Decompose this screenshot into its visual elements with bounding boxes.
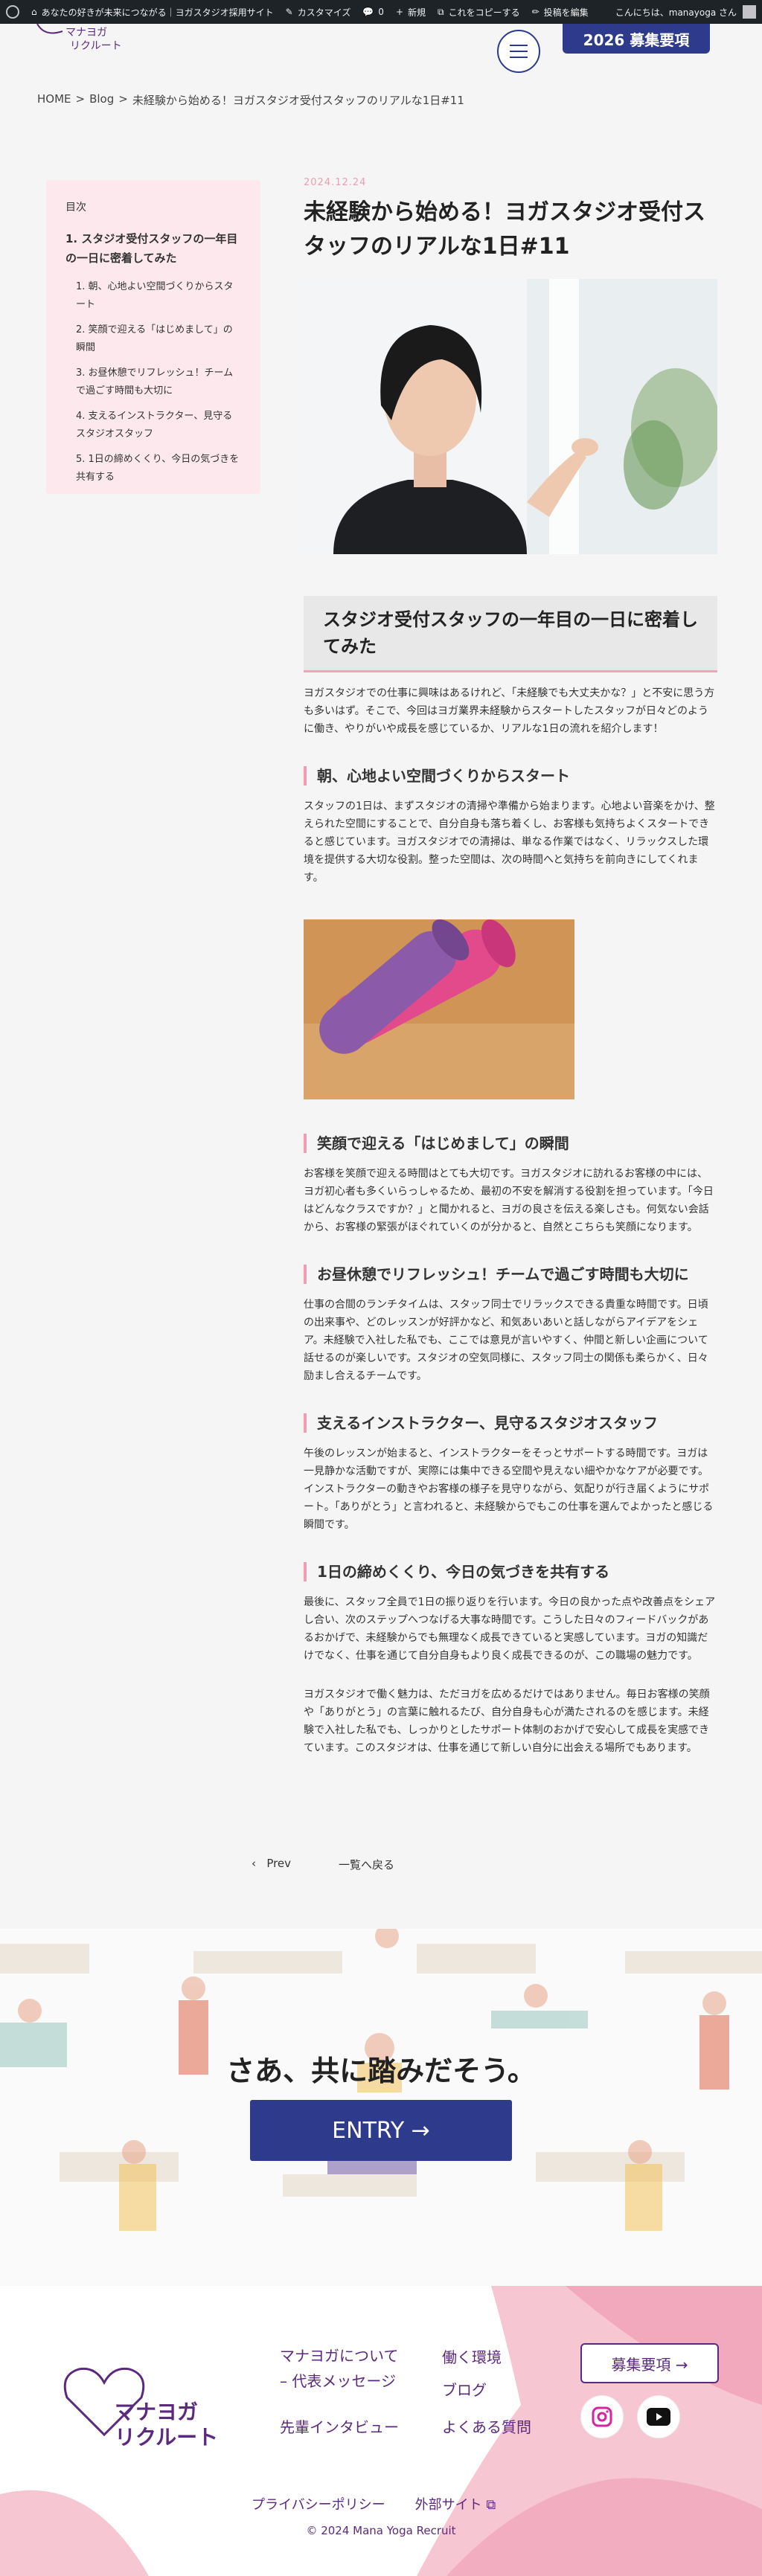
post-date: 2024.12.24 [304, 177, 367, 188]
brush-icon: ✎ [285, 7, 293, 17]
comment-icon: 💬 [362, 7, 374, 17]
yoga-mat-illustration [304, 919, 574, 1099]
footer-logo-line2: リクルート [115, 2425, 219, 2450]
instagram-link[interactable] [580, 2395, 624, 2438]
prev-label: Prev [266, 1857, 292, 1870]
footer-link-environment[interactable]: 働く環境 [442, 2345, 502, 2367]
admin-comments-count: 0 [378, 7, 384, 17]
admin-greeting: こんにちは、manayoga さん [615, 7, 737, 18]
footer-link-blog[interactable]: ブログ [442, 2378, 487, 2400]
external-site-label: 外部サイト [414, 2497, 482, 2513]
home-icon: ⌂ [31, 7, 37, 17]
external-site-link[interactable]: 外部サイト ⧉ [415, 2494, 496, 2514]
toc-title: 目次 [65, 202, 86, 213]
site-footer: マナヨガ リクルート マナヨガについて – 代表メッセージ 先輩インタビュー 働… [0, 2286, 762, 2576]
prev-link[interactable]: ‹ Prev [252, 1857, 291, 1872]
admin-new-link[interactable]: + 新規 [396, 6, 426, 19]
recruit-requirements-button[interactable]: 2026 募集要項 [563, 24, 710, 54]
toc-item[interactable]: 5. 1日の締めくくり、今日の気づきを共有する [76, 451, 241, 486]
privacy-policy-link[interactable]: プライバシーポリシー [252, 2494, 385, 2514]
toc-item[interactable]: 1. 朝、心地よい空間づくりからスタート [76, 278, 241, 314]
entry-button-label: ENTRY → [332, 2117, 430, 2144]
section-heading-main: スタジオ受付スタッフの一年目の一日に密着してみた [304, 596, 717, 672]
section-heading: 1日の締めくくり、今日の気づきを共有する [304, 1562, 717, 1581]
breadcrumb-blog[interactable]: Blog [89, 92, 114, 108]
footer-recruit-button[interactable]: 募集要項 → [580, 2343, 719, 2383]
section-paragraph: 最後に、スタッフ全員で1日の振り返りを行います。今日の良かった点や改善点をシェア… [304, 1596, 716, 1662]
menu-line [510, 51, 528, 52]
pencil-icon: ✏ [531, 7, 540, 17]
breadcrumb-home[interactable]: HOME [37, 92, 71, 108]
table-of-contents: 目次 1. スタジオ受付スタッフの一年目の一日に密着してみた 1. 朝、心地よい… [46, 180, 260, 494]
section-paragraph: 午後のレッスンが始まると、インストラクターをそっとサポートする時間です。ヨガは一… [304, 1448, 714, 1531]
menu-line [510, 57, 528, 58]
admin-customize-link[interactable]: ✎ カスタマイズ [286, 6, 351, 19]
footer-link-message[interactable]: – 代表メッセージ [280, 2369, 396, 2391]
section-heading: 支えるインストラクター、見守るスタジオスタッフ [304, 1413, 717, 1433]
section-heading: 笑顔で迎える「はじめまして」の瞬間 [304, 1134, 717, 1153]
yoga-mat-image [304, 919, 574, 1099]
toc-item[interactable]: 3. お昼休憩でリフレッシュ！チームで過ごす時間も大切に [76, 364, 241, 400]
site-header: マナヨガ リクルート 2026 募集要項 [0, 23, 762, 83]
section-heading: 朝、心地よい空間づくりからスタート [304, 766, 717, 786]
admin-copy-label: これをコピーする [448, 7, 520, 18]
admin-bar: ⌂ あなたの好きが未来につながる｜ヨガスタジオ採用サイト ✎ カスタマイズ 💬 … [0, 0, 762, 24]
plus-icon: + [395, 7, 403, 17]
hero-image [304, 279, 717, 554]
admin-edit-label: 投稿を編集 [543, 7, 589, 18]
cta-section: さあ、共に踏みだそう。 ENTRY → [0, 1929, 762, 2286]
hamburger-menu-button[interactable] [497, 30, 540, 73]
footer-link-about[interactable]: マナヨガについて [280, 2344, 398, 2365]
recruit-button-label: 2026 募集要項 [583, 30, 690, 49]
toc-sub-list: 1. 朝、心地よい空間づくりからスタート 2. 笑顔で迎える「はじめまして」の瞬… [65, 278, 241, 486]
article: 2024.12.24 未経験から始める！ヨガスタジオ受付スタッフのリアルな1日#… [304, 177, 717, 1757]
back-to-list-link[interactable]: 一覧へ戻る [339, 1857, 394, 1872]
admin-copy-link[interactable]: ⧉ これをコピーする [438, 6, 520, 19]
instagram-icon [592, 2406, 612, 2427]
staff-photo-illustration [304, 279, 717, 554]
section-paragraph: スタッフの1日は、まずスタジオの清掃や準備から始まります。心地よい音楽をかけ、整… [304, 800, 715, 884]
admin-comments-link[interactable]: 💬 0 [362, 7, 384, 17]
admin-site-link[interactable]: ⌂ あなたの好きが未来につながる｜ヨガスタジオ採用サイト [31, 6, 274, 19]
external-link-icon: ⧉ [486, 2497, 496, 2513]
section-heading: お昼休憩でリフレッシュ！チームで過ごす時間も大切に [304, 1265, 717, 1284]
breadcrumb-separator: > [75, 92, 86, 106]
breadcrumb-current: 未経験から始める！ヨガスタジオ受付スタッフのリアルな1日#11 [132, 94, 464, 107]
admin-customize-label: カスタマイズ [297, 7, 351, 18]
entry-button[interactable]: ENTRY → [250, 2100, 512, 2161]
admin-site-name: あなたの好きが未来につながる｜ヨガスタジオ採用サイト [41, 7, 274, 18]
footer-link-faq[interactable]: よくある質問 [442, 2415, 531, 2437]
footer-logo[interactable]: マナヨガ リクルート [60, 2353, 223, 2450]
copyright: © 2024 Mana Yoga Recruit [306, 2524, 456, 2537]
admin-edit-link[interactable]: ✏ 投稿を編集 [532, 6, 589, 19]
toc-main-link[interactable]: 1. スタジオ受付スタッフの一年目の一日に密着してみた [65, 229, 241, 268]
footer-policy-links: プライバシーポリシー 外部サイト ⧉ [252, 2494, 496, 2514]
post-pager: ‹ Prev 一覧へ戻る [252, 1857, 394, 1872]
section-paragraph: 仕事の合間のランチタイムは、スタッフ同士でリラックスできる貴重な時間です。日頃の… [304, 1299, 708, 1382]
section-paragraph: お客様を笑顔で迎える時間はとても大切です。ヨガスタジオに訪れるお客様の中には、ヨ… [304, 1168, 714, 1233]
chevron-left-icon: ‹ [252, 1857, 256, 1870]
cta-title: さあ、共に踏みだそう。 [226, 2055, 536, 2087]
footer-recruit-label: 募集要項 → [611, 2355, 688, 2374]
toc-item[interactable]: 4. 支えるインストラクター、見守るスタジオスタッフ [76, 408, 241, 443]
avatar [743, 5, 756, 19]
site-logo[interactable]: マナヨガ リクルート [36, 23, 125, 54]
logo-heart-icon: マナヨガ リクルート [36, 23, 122, 52]
breadcrumb-separator: > [118, 92, 128, 106]
breadcrumb: HOME > Blog > 未経験から始める！ヨガスタジオ受付スタッフのリアルな… [37, 92, 464, 108]
copy-icon: ⧉ [438, 6, 444, 17]
intro-paragraph: ヨガスタジオでの仕事に興味はあるけれど、「未経験でも大丈夫かな？」と不安に思う方… [304, 687, 715, 735]
wordpress-icon[interactable] [6, 5, 19, 19]
youtube-icon [647, 2408, 670, 2426]
toc-item[interactable]: 2. 笑顔で迎える「はじめまして」の瞬間 [76, 321, 241, 357]
footer-link-interview[interactable]: 先輩インタビュー [280, 2415, 399, 2437]
youtube-link[interactable] [637, 2395, 680, 2438]
svg-text:リクルート: リクルート [70, 40, 122, 52]
admin-account[interactable]: こんにちは、manayoga さん [615, 5, 756, 19]
menu-line [510, 45, 528, 46]
svg-text:マナヨガ: マナヨガ [65, 27, 107, 39]
outro-paragraph: ヨガスタジオで働く魅力は、ただヨガを広めるだけではありません。毎日お客様の笑顔や… [304, 1689, 710, 1754]
post-title: 未経験から始める！ヨガスタジオ受付スタッフのリアルな1日#11 [304, 199, 705, 260]
admin-new-label: 新規 [408, 7, 426, 18]
